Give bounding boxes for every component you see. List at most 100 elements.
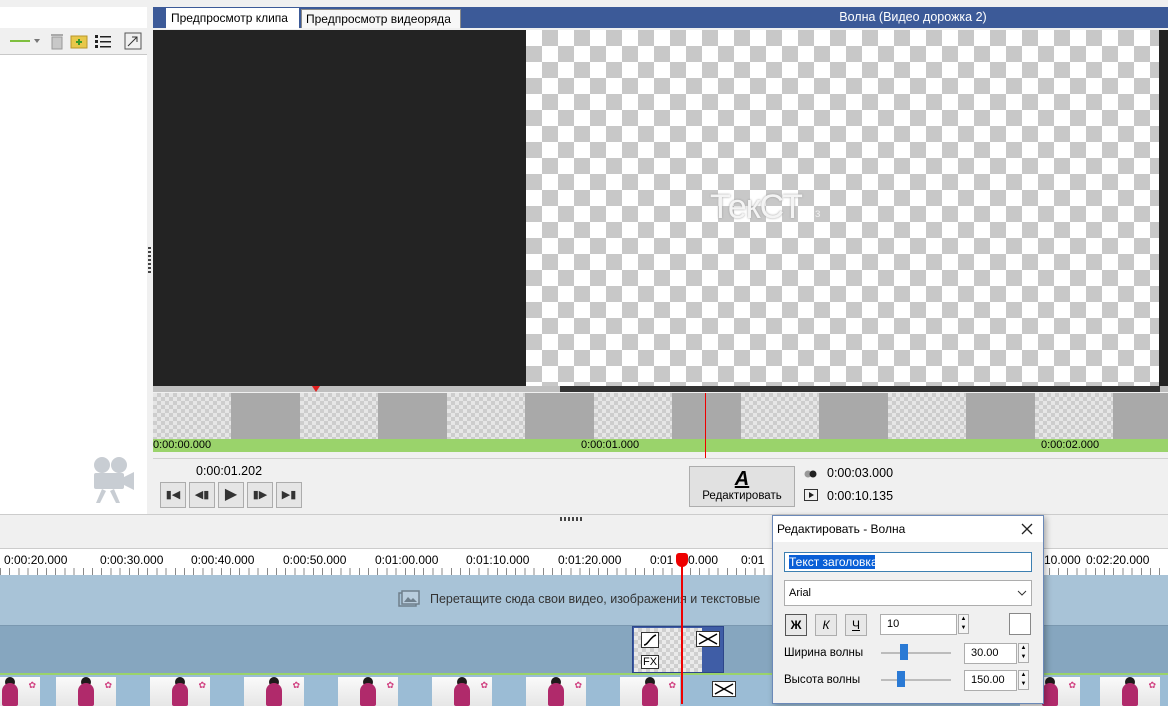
image-icon — [398, 590, 420, 608]
thumbnail — [300, 393, 378, 439]
ruler-label: 0:00:20.000 — [4, 553, 68, 567]
thumbnail — [447, 393, 525, 439]
timeline-playhead[interactable] — [681, 555, 683, 704]
wave-height-stepper[interactable]: ▲ ▼ — [1018, 670, 1029, 690]
current-time: 0:00:01.202 — [196, 464, 263, 478]
underline-button[interactable]: Ч — [845, 614, 867, 636]
video-frame: ✿ — [432, 677, 492, 706]
ruler-label: 10.000 — [1044, 553, 1081, 567]
ruler-label: 0:00:01.000 — [581, 439, 640, 451]
edit-button-label: Редактировать — [702, 490, 782, 502]
font-size-value: 10 — [887, 618, 900, 630]
ruler-label: 0:02:20.000 — [1086, 553, 1150, 567]
thumbnail — [1035, 393, 1113, 439]
duration-icon — [804, 468, 818, 478]
clip-title: Волна (Видео дорожка 2) — [839, 10, 987, 24]
preview-tab-bar: Предпросмотр клипа Предпросмотр видеоряд… — [153, 7, 1168, 29]
thumbnail — [888, 393, 966, 439]
ruler-label: 0:00:00.000 — [153, 439, 212, 451]
video-frame: ✿ — [244, 677, 304, 706]
clip-thumbnail-strip[interactable] — [153, 393, 1168, 439]
title-text-input[interactable] — [784, 552, 1032, 572]
preview-canvas-dark — [153, 30, 526, 386]
wave-height-input[interactable]: 150.00 — [964, 670, 1017, 691]
edit-button[interactable]: A Редактировать — [689, 466, 795, 507]
ruler-label: 0:01:10.000 — [466, 553, 530, 567]
color-swatch[interactable] — [1009, 613, 1031, 635]
playhead-handle[interactable] — [676, 553, 688, 567]
video-frame: ✿ — [338, 677, 398, 706]
transition-icon[interactable] — [712, 681, 736, 697]
step-forward-button[interactable]: ▮▶ — [247, 482, 273, 508]
list-view-icon[interactable] — [94, 32, 112, 50]
media-toolbar — [0, 28, 147, 55]
thumbnail — [594, 393, 672, 439]
dialog-title: Редактировать - Волна — [773, 516, 1043, 542]
total-duration-icon — [804, 489, 818, 501]
go-to-start-button[interactable]: ▮◀ — [160, 482, 186, 508]
clip-playhead[interactable] — [705, 393, 706, 459]
close-icon[interactable] — [1019, 521, 1035, 537]
video-frame: ✿ — [0, 677, 40, 706]
wave-height-slider[interactable] — [897, 671, 905, 687]
wave-width-value: 30.00 — [971, 647, 999, 659]
video-frame: ✿ — [150, 677, 210, 706]
ruler-label: 0.000 — [688, 553, 719, 567]
delete-icon[interactable] — [48, 32, 66, 50]
preview-edge — [1159, 30, 1168, 386]
font-size-input[interactable]: 10 — [880, 614, 957, 635]
video-frame: ✿ — [1100, 677, 1160, 706]
clip-duration: 0:00:03.000 — [827, 466, 894, 480]
fx-label[interactable]: FX — [641, 655, 660, 669]
font-select-value: Arial — [789, 587, 812, 599]
clip-time-ruler[interactable]: 0:00:00.000 0:00:01.000 0:00:02.000 — [153, 439, 1168, 452]
ruler-label: 0:00:50.000 — [283, 553, 347, 567]
tab-timeline-preview[interactable]: Предпросмотр видеоряда — [301, 9, 461, 28]
wave-width-stepper[interactable]: ▲ ▼ — [1018, 643, 1029, 663]
go-to-end-button[interactable]: ▶▮ — [276, 482, 302, 508]
total-duration: 0:00:10.135 — [827, 489, 894, 503]
step-back-button[interactable]: ◀▮ — [189, 482, 215, 508]
thumbnail — [153, 393, 231, 439]
thumbnail — [741, 393, 819, 439]
left-header — [0, 7, 147, 29]
ruler-label: 0:01 — [650, 553, 674, 567]
ruler-label: 0:01:00.000 — [375, 553, 439, 567]
bold-button[interactable]: Ж — [785, 614, 807, 636]
wave-height-value: 150.00 — [971, 674, 1005, 686]
media-list[interactable] — [0, 55, 148, 514]
preview-overlay-small: з — [815, 206, 821, 220]
font-select[interactable]: Arial — [784, 580, 1032, 606]
preview-scrub-fill — [560, 386, 1160, 392]
camera-icon — [92, 455, 136, 508]
ruler-label: 0:01 — [741, 553, 765, 567]
playback-controls: 0:00:01.202 ▮◀ ◀▮ ▶ ▮▶ ▶▮ A Редактироват… — [153, 458, 1168, 515]
edit-wave-dialog: Редактировать - Волна Arial Ж К Ч 10 ▲▼ … — [772, 515, 1044, 704]
preview-canvas-transparent — [526, 30, 1159, 386]
line-style-dropdown[interactable] — [8, 32, 42, 50]
wave-width-label: Ширина волны — [784, 647, 864, 659]
wave-width-slider[interactable] — [900, 644, 908, 660]
wave-height-slider-track[interactable] — [881, 679, 951, 681]
scrub-marker-icon[interactable] — [312, 386, 320, 392]
video-frame: ✿ — [526, 677, 586, 706]
ruler-label: 0:00:30.000 — [100, 553, 164, 567]
tab-clip-preview[interactable]: Предпросмотр клипа — [166, 8, 299, 29]
transition-icon[interactable] — [696, 631, 720, 647]
edit-text-icon: A — [734, 468, 750, 490]
ruler-label: 0:00:40.000 — [191, 553, 255, 567]
wave-width-slider-track[interactable] — [881, 652, 951, 654]
fade-curve-icon[interactable] — [641, 632, 659, 648]
wave-width-input[interactable]: 30.00 — [964, 643, 1017, 664]
italic-button[interactable]: К — [815, 614, 837, 636]
preview-overlay-text: ТекСТ — [710, 188, 803, 226]
play-button[interactable]: ▶ — [218, 482, 244, 508]
font-size-stepper[interactable]: ▲ ▼ — [958, 614, 969, 634]
add-folder-icon[interactable] — [70, 32, 88, 50]
drop-hint: Перетащите сюда свои видео, изображения … — [430, 592, 761, 606]
ruler-label: 0:00:02.000 — [1041, 439, 1100, 451]
ruler-label: 0:01:20.000 — [558, 553, 622, 567]
chevron-down-icon — [1017, 590, 1027, 596]
title-clip[interactable]: FX — [632, 626, 724, 673]
detach-icon[interactable] — [124, 32, 142, 50]
